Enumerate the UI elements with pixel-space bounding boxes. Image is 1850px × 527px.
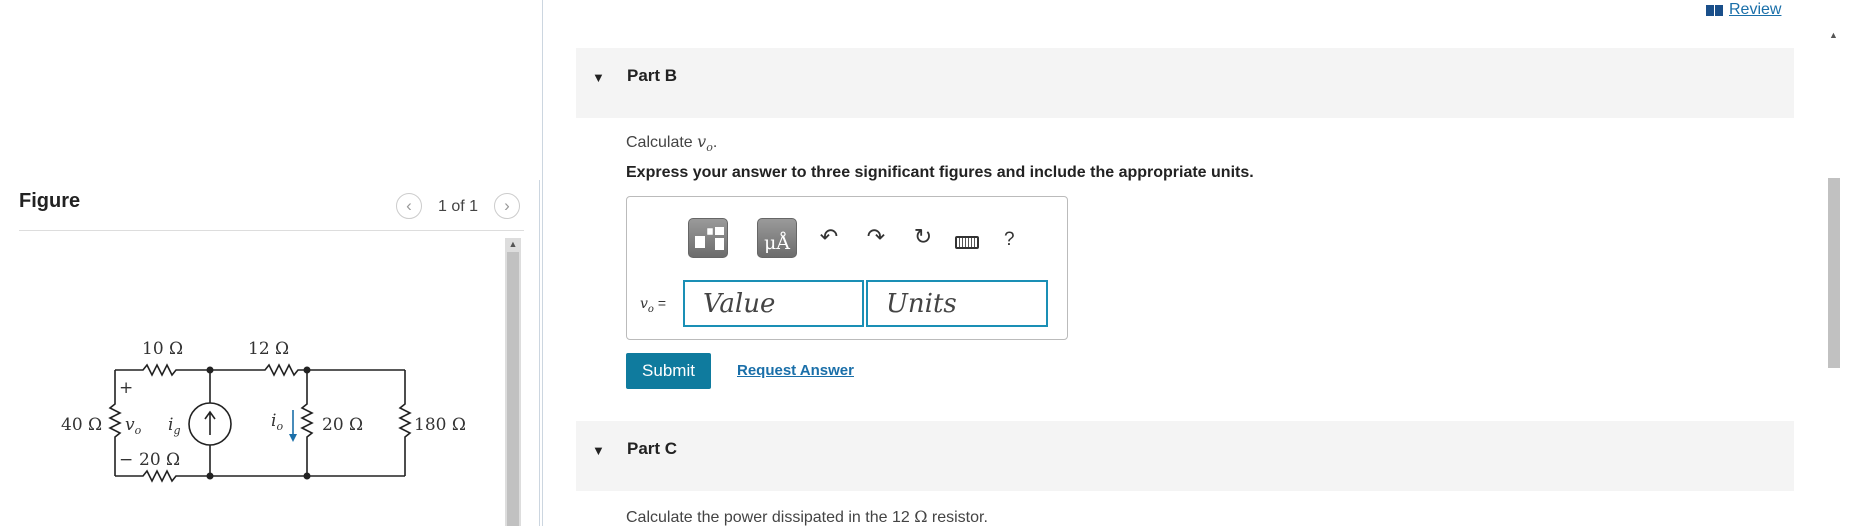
- ig-label: ig: [168, 415, 180, 437]
- answer-variable-label: vo =: [640, 295, 667, 315]
- request-answer-link[interactable]: Request Answer: [737, 362, 854, 379]
- minus-sign: −: [119, 450, 133, 470]
- part-c-title: Part C: [627, 439, 678, 458]
- figure-scrollbar-thumb[interactable]: [507, 252, 519, 526]
- chevron-left-icon: ‹: [406, 196, 412, 215]
- io-label: io: [271, 411, 283, 433]
- r40-label: 40 Ω: [61, 415, 102, 435]
- value-input[interactable]: [683, 280, 864, 327]
- r20-right-label: 20 Ω: [322, 415, 363, 435]
- review-link[interactable]: Review: [1706, 1, 1781, 19]
- part-b-header[interactable]: [576, 48, 1794, 118]
- question-variable: vo: [697, 132, 713, 155]
- next-figure-button[interactable]: ›: [494, 193, 520, 219]
- circuit-diagram: 10 Ω 12 Ω 40 Ω 20 Ω 20 Ω 180 Ω + − vo ig…: [61, 339, 466, 483]
- r20-bottom-label: 20 Ω: [139, 450, 180, 470]
- redo-icon[interactable]: ↷: [862, 224, 890, 250]
- main-scrollbar-thumb[interactable]: [1828, 178, 1840, 368]
- part-b-question: Calculate vo.: [626, 132, 718, 155]
- figure-divider: [19, 230, 524, 231]
- book-icon: [1706, 4, 1723, 16]
- undo-icon[interactable]: ↶: [815, 224, 843, 250]
- submit-button[interactable]: Submit: [626, 353, 711, 389]
- templates-icon: [695, 227, 724, 250]
- units-icon: μÅ: [763, 232, 791, 254]
- scroll-up-icon[interactable]: ▲: [507, 238, 519, 250]
- pane-divider-inner: [539, 180, 540, 526]
- caret-down-icon[interactable]: ▼: [592, 70, 605, 85]
- figure-page-count: 1 of 1: [438, 198, 479, 215]
- scroll-up-icon[interactable]: ▲: [1829, 30, 1838, 40]
- reset-icon[interactable]: ↻: [909, 224, 937, 250]
- r180-label: 180 Ω: [414, 415, 466, 435]
- review-label: Review: [1729, 1, 1782, 18]
- part-b-instructions: Express your answer to three significant…: [626, 164, 1254, 181]
- units-button[interactable]: μÅ: [757, 218, 797, 258]
- r10-label: 10 Ω: [142, 339, 183, 359]
- pane-divider: [542, 0, 543, 526]
- r12-label: 12 Ω: [248, 339, 289, 359]
- part-b-title: Part B: [627, 66, 678, 85]
- caret-down-icon[interactable]: ▼: [592, 443, 605, 458]
- templates-button[interactable]: [688, 218, 728, 258]
- plus-sign: +: [119, 378, 133, 398]
- chevron-right-icon: ›: [504, 196, 510, 215]
- part-c-question: Calculate the power dissipated in the 12…: [626, 507, 988, 526]
- vo-label: vo: [125, 415, 142, 437]
- previous-figure-button[interactable]: ‹: [396, 193, 422, 219]
- part-c-header[interactable]: [576, 421, 1794, 491]
- units-input[interactable]: [866, 280, 1048, 327]
- keyboard-icon[interactable]: [955, 236, 979, 249]
- figure-title: Figure: [19, 190, 81, 212]
- help-icon[interactable]: ?: [1004, 229, 1015, 251]
